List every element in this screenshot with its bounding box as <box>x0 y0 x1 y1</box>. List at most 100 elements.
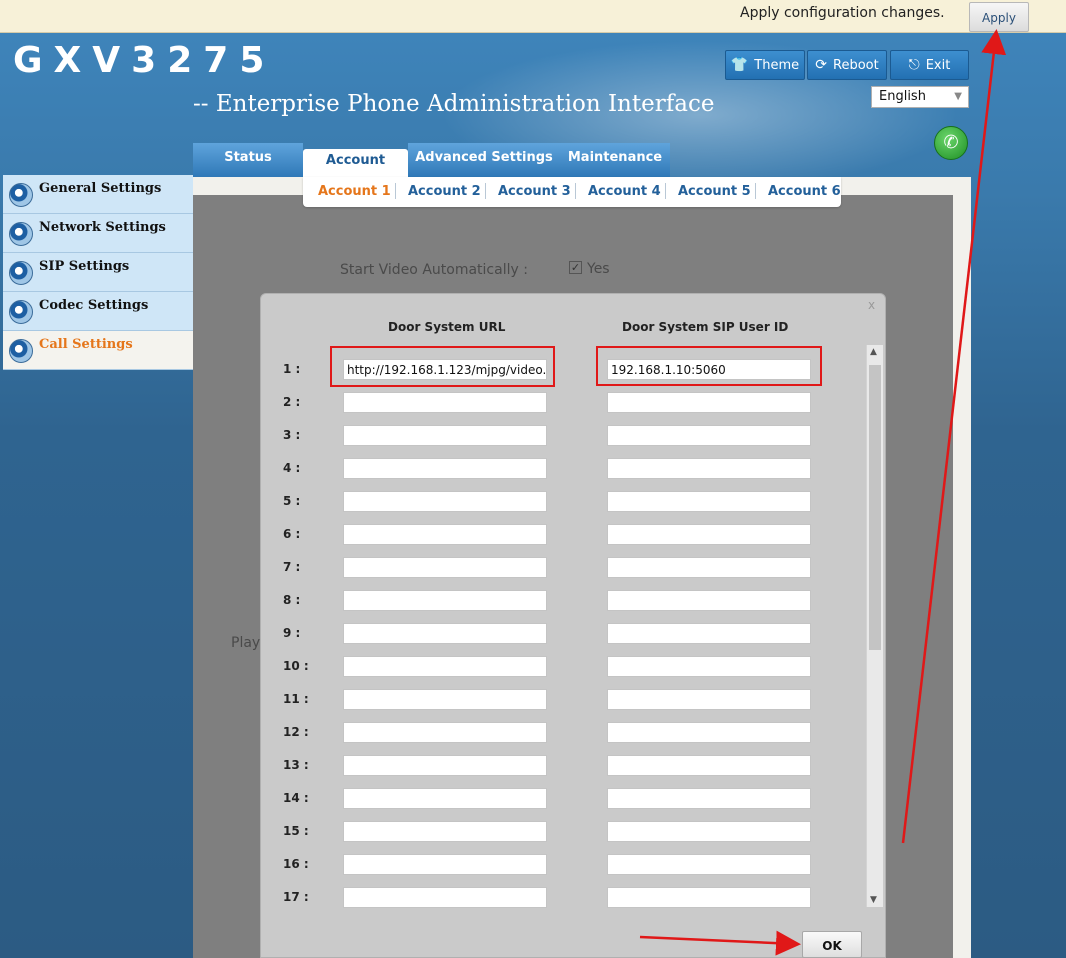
scroll-down-icon[interactable]: ▼ <box>870 895 877 905</box>
shirt-icon: 👕 <box>730 57 749 73</box>
door-sip-id-input[interactable] <box>607 557 811 578</box>
reboot-button[interactable]: ⟳ Reboot <box>807 50 887 80</box>
page-subtitle: -- Enterprise Phone Administration Inter… <box>193 91 715 117</box>
row-label: 7 : <box>283 560 301 574</box>
dialog-scrollbar[interactable]: ▲ ▼ <box>866 345 883 907</box>
language-select[interactable]: English ▼ <box>871 86 969 108</box>
subtab-divider <box>575 183 576 199</box>
play-label: Play <box>231 635 261 651</box>
door-sip-id-input[interactable] <box>607 821 811 842</box>
theme-label: Theme <box>754 57 800 73</box>
language-value: English <box>879 89 926 104</box>
scrollbar-thumb[interactable] <box>869 365 881 650</box>
telephone-icon <box>9 339 33 363</box>
sidebar-item-codec-settings[interactable]: Codec Settings <box>3 292 193 331</box>
close-icon[interactable]: x <box>868 298 875 312</box>
door-url-input[interactable] <box>343 590 547 611</box>
refresh-icon: ⟳ <box>815 57 828 73</box>
door-sip-id-input[interactable] <box>607 656 811 677</box>
phone-call-icon[interactable]: ✆ <box>934 126 968 160</box>
door-url-input[interactable] <box>343 656 547 677</box>
row-label: 6 : <box>283 527 301 541</box>
sidebar-item-call-settings[interactable]: Call Settings <box>3 331 193 370</box>
sidebar-item-label: Codec Settings <box>39 298 149 313</box>
sidebar: General Settings Network Settings SIP Se… <box>3 175 193 370</box>
subtab-account-6[interactable]: Account 6 <box>768 184 841 199</box>
apply-message: Apply configuration changes. <box>740 5 945 21</box>
door-url-input[interactable] <box>343 887 547 908</box>
door-sip-id-input[interactable] <box>607 590 811 611</box>
door-sip-id-input[interactable] <box>607 689 811 710</box>
highlight-box-url <box>330 346 555 387</box>
sidebar-item-general-settings[interactable]: General Settings <box>3 175 193 214</box>
door-sip-id-input[interactable] <box>607 524 811 545</box>
row-label: 4 : <box>283 461 301 475</box>
subtab-account-4[interactable]: Account 4 <box>588 184 661 199</box>
sip-icon <box>9 261 33 285</box>
apply-bar: Apply configuration changes. Apply <box>0 0 1066 33</box>
column-header-sip: Door System SIP User ID <box>622 320 789 334</box>
subtab-account-5[interactable]: Account 5 <box>678 184 751 199</box>
apply-button[interactable]: Apply <box>969 2 1029 32</box>
door-sip-id-input[interactable] <box>607 722 811 743</box>
column-header-url: Door System URL <box>388 320 506 334</box>
tab-status[interactable]: Status <box>193 143 303 177</box>
door-sip-id-input[interactable] <box>607 458 811 479</box>
subtab-account-2[interactable]: Account 2 <box>408 184 481 199</box>
door-url-input[interactable] <box>343 623 547 644</box>
door-sip-id-input[interactable] <box>607 854 811 875</box>
start-video-value: Yes <box>587 261 610 277</box>
brand-logo: GXV3275 <box>13 40 276 81</box>
exit-label: Exit <box>925 57 951 73</box>
subtab-account-3[interactable]: Account 3 <box>498 184 571 199</box>
tab-maintenance[interactable]: Maintenance <box>560 143 670 177</box>
door-url-input[interactable] <box>343 392 547 413</box>
tab-account[interactable]: Account <box>303 149 408 177</box>
sidebar-item-label: General Settings <box>39 181 162 196</box>
sidebar-item-label: Call Settings <box>39 337 133 352</box>
door-sip-id-input[interactable] <box>607 788 811 809</box>
tab-advanced-settings[interactable]: Advanced Settings <box>408 143 560 177</box>
door-url-input[interactable] <box>343 689 547 710</box>
start-video-label: Start Video Automatically : <box>340 262 528 278</box>
door-url-input[interactable] <box>343 491 547 512</box>
row-label: 1 : <box>283 362 301 376</box>
door-sip-id-input[interactable] <box>607 425 811 446</box>
globe-icon <box>9 222 33 246</box>
sidebar-item-sip-settings[interactable]: SIP Settings <box>3 253 193 292</box>
subtab-divider <box>665 183 666 199</box>
door-url-input[interactable] <box>343 524 547 545</box>
exit-button[interactable]: ⎋ Exit <box>890 50 969 80</box>
codec-icon <box>9 300 33 324</box>
door-sip-id-input[interactable] <box>607 623 811 644</box>
door-url-input[interactable] <box>343 755 547 776</box>
door-url-input[interactable] <box>343 425 547 446</box>
door-sip-id-input[interactable] <box>607 491 811 512</box>
door-url-input[interactable] <box>343 722 547 743</box>
door-url-input[interactable] <box>343 788 547 809</box>
row-label: 8 : <box>283 593 301 607</box>
door-sip-id-input[interactable] <box>607 755 811 776</box>
scroll-up-icon[interactable]: ▲ <box>870 347 877 357</box>
door-url-input[interactable] <box>343 458 547 479</box>
door-sip-id-input[interactable] <box>607 392 811 413</box>
sidebar-item-label: SIP Settings <box>39 259 130 274</box>
highlight-box-sip <box>596 346 822 386</box>
ok-button[interactable]: OK <box>802 931 862 958</box>
door-url-input[interactable] <box>343 854 547 875</box>
door-url-input[interactable] <box>343 557 547 578</box>
row-label: 15 : <box>283 824 309 838</box>
subtab-account-1[interactable]: Account 1 <box>318 184 391 199</box>
subtab-divider <box>485 183 486 199</box>
door-sip-id-input[interactable] <box>607 887 811 908</box>
row-label: 11 : <box>283 692 309 706</box>
door-url-input[interactable] <box>343 821 547 842</box>
row-label: 13 : <box>283 758 309 772</box>
row-label: 10 : <box>283 659 309 673</box>
row-label: 14 : <box>283 791 309 805</box>
sidebar-item-network-settings[interactable]: Network Settings <box>3 214 193 253</box>
row-label: 2 : <box>283 395 301 409</box>
theme-button[interactable]: 👕 Theme <box>725 50 805 80</box>
account-subtabs: Account 1 Account 2 Account 3 Account 4 … <box>303 177 841 207</box>
start-video-checkbox[interactable]: ✓ <box>569 261 582 274</box>
